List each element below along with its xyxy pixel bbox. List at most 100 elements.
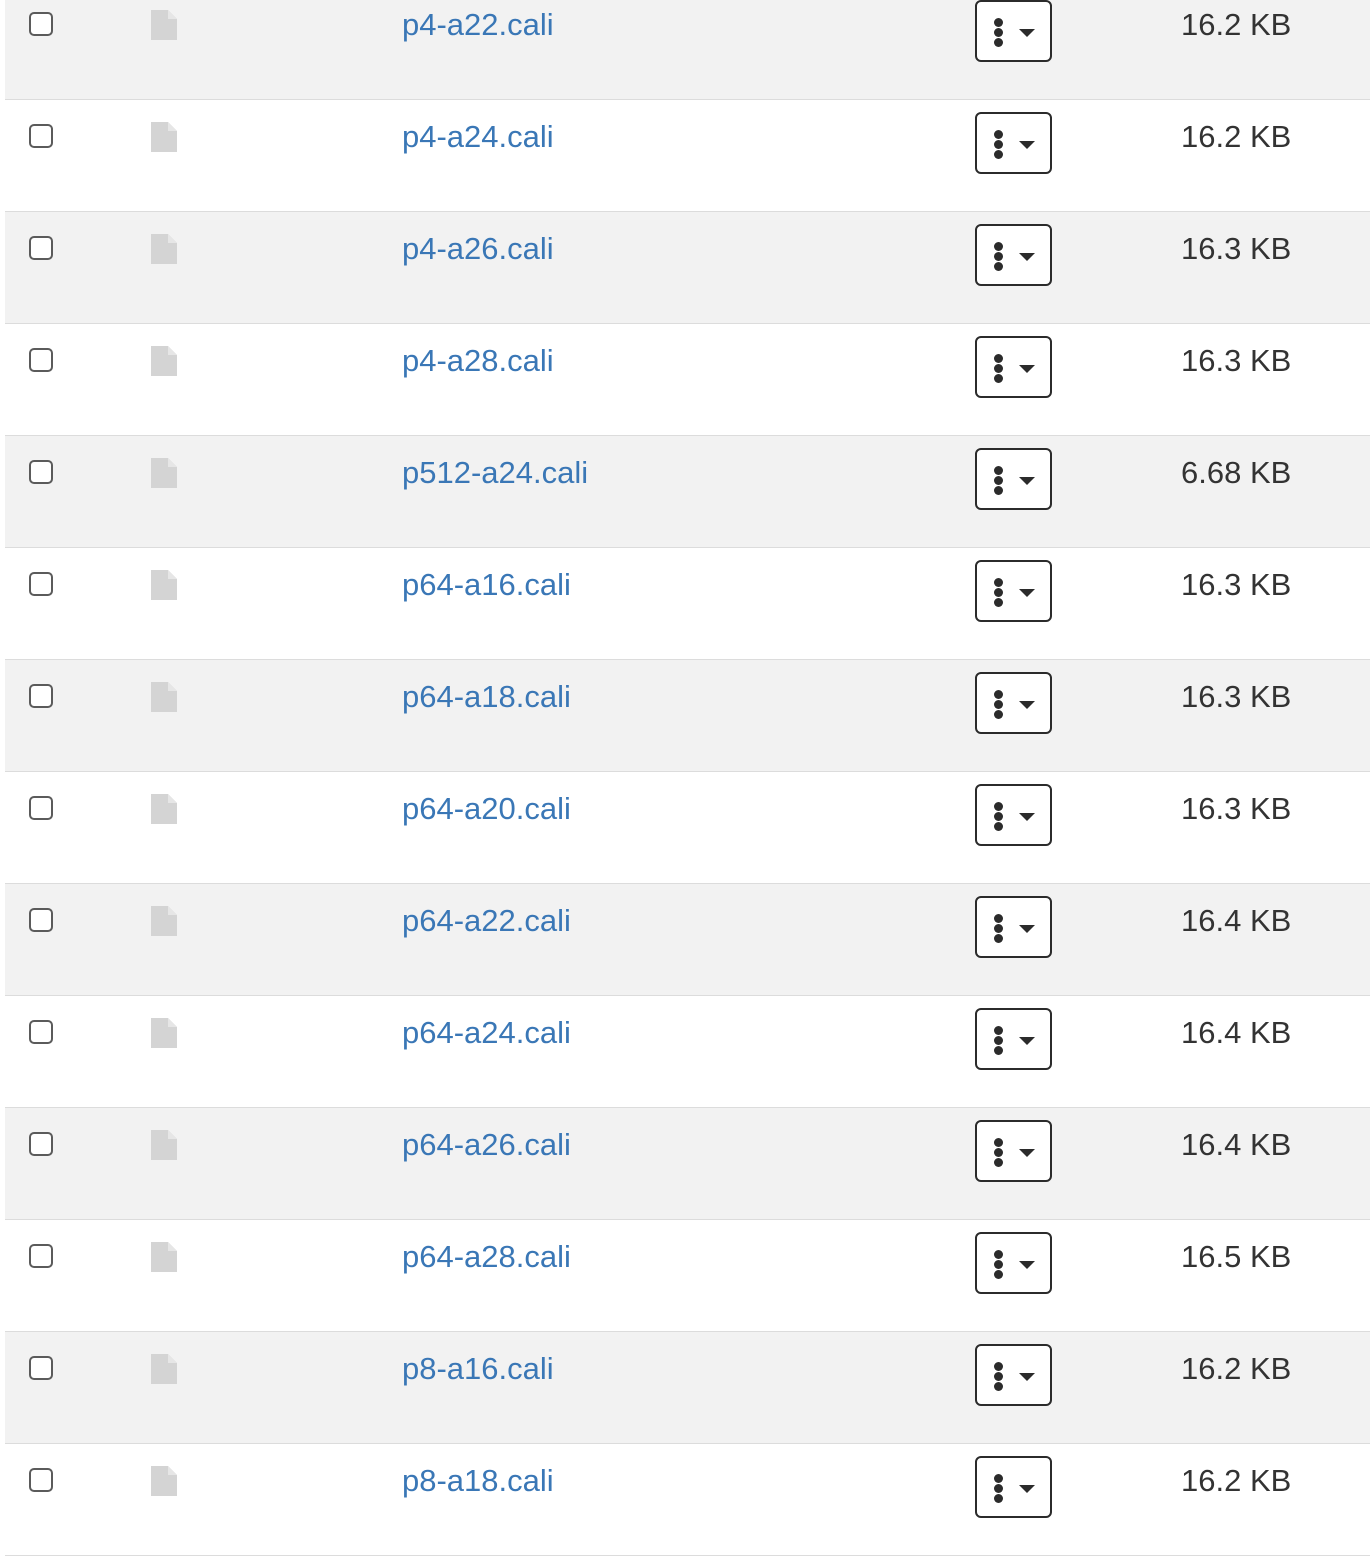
caret-down-icon [1019, 141, 1035, 149]
row-checkbox[interactable] [29, 1468, 53, 1492]
file-row: p64-a16.cali 16.3 KB [5, 548, 1370, 660]
row-checkbox[interactable] [29, 572, 53, 596]
caret-down-icon [1019, 701, 1035, 709]
file-size: 16.4 KB [1181, 1127, 1292, 1162]
file-actions-button[interactable] [975, 1456, 1052, 1518]
row-checkbox[interactable] [29, 1132, 53, 1156]
kebab-vertical-icon [994, 578, 1004, 607]
caret-down-icon [1019, 925, 1035, 933]
kebab-vertical-icon [994, 466, 1004, 495]
file-name-link[interactable]: p64-a24.cali [402, 1014, 571, 1052]
caret-down-icon [1019, 813, 1035, 821]
file-actions-button[interactable] [975, 784, 1052, 846]
file-name-link[interactable]: p4-a22.cali [402, 6, 554, 44]
file-row: p64-a18.cali 16.3 KB [5, 660, 1370, 772]
file-name-link[interactable]: p64-a16.cali [402, 566, 571, 604]
file-name-link[interactable]: p4-a26.cali [402, 230, 554, 268]
file-size: 16.2 KB [1181, 1463, 1292, 1498]
file-size: 16.3 KB [1181, 343, 1292, 378]
kebab-vertical-icon [994, 130, 1004, 159]
row-checkbox[interactable] [29, 348, 53, 372]
file-size: 16.4 KB [1181, 903, 1292, 938]
caret-down-icon [1019, 1149, 1035, 1157]
file-row: p64-a26.cali 16.4 KB [5, 1108, 1370, 1220]
file-name-link[interactable]: p512-a24.cali [402, 454, 588, 492]
file-actions-button[interactable] [975, 1120, 1052, 1182]
caret-down-icon [1019, 1485, 1035, 1493]
file-icon [151, 346, 177, 376]
kebab-vertical-icon [994, 18, 1004, 47]
file-icon [151, 1018, 177, 1048]
file-row: p4-a26.cali 16.3 KB [5, 212, 1370, 324]
file-name-link[interactable]: p64-a18.cali [402, 678, 571, 716]
file-actions-button[interactable] [975, 1344, 1052, 1406]
file-icon [151, 1242, 177, 1272]
file-name-link[interactable]: p64-a20.cali [402, 790, 571, 828]
file-size: 16.3 KB [1181, 231, 1292, 266]
kebab-vertical-icon [994, 1026, 1004, 1055]
row-checkbox[interactable] [29, 684, 53, 708]
file-name-link[interactable]: p64-a22.cali [402, 902, 571, 940]
row-checkbox[interactable] [29, 1244, 53, 1268]
file-size: 16.4 KB [1181, 1015, 1292, 1050]
row-checkbox[interactable] [29, 796, 53, 820]
file-size: 16.2 KB [1181, 1351, 1292, 1386]
file-row: p64-a28.cali 16.5 KB [5, 1220, 1370, 1332]
file-name-link[interactable]: p64-a26.cali [402, 1126, 571, 1164]
file-actions-button[interactable] [975, 896, 1052, 958]
file-actions-button[interactable] [975, 224, 1052, 286]
file-row: p8-a18.cali 16.2 KB [5, 1444, 1370, 1556]
kebab-vertical-icon [994, 690, 1004, 719]
file-size: 16.3 KB [1181, 679, 1292, 714]
file-icon [151, 1466, 177, 1496]
file-icon [151, 234, 177, 264]
caret-down-icon [1019, 29, 1035, 37]
row-checkbox[interactable] [29, 460, 53, 484]
file-name-link[interactable]: p8-a16.cali [402, 1350, 554, 1388]
caret-down-icon [1019, 1037, 1035, 1045]
file-icon [151, 682, 177, 712]
file-icon [151, 1354, 177, 1384]
caret-down-icon [1019, 365, 1035, 373]
file-actions-button[interactable] [975, 1008, 1052, 1070]
file-icon [151, 1130, 177, 1160]
file-name-link[interactable]: p8-a18.cali [402, 1462, 554, 1500]
row-checkbox[interactable] [29, 236, 53, 260]
file-name-link[interactable]: p4-a24.cali [402, 118, 554, 156]
file-row: p64-a22.cali 16.4 KB [5, 884, 1370, 996]
file-actions-button[interactable] [975, 0, 1052, 62]
file-row: p64-a20.cali 16.3 KB [5, 772, 1370, 884]
caret-down-icon [1019, 1373, 1035, 1381]
file-size: 16.5 KB [1181, 1239, 1292, 1274]
row-checkbox[interactable] [29, 1020, 53, 1044]
file-actions-button[interactable] [975, 672, 1052, 734]
row-checkbox[interactable] [29, 908, 53, 932]
file-row: p4-a22.cali 16.2 KB [5, 0, 1370, 100]
kebab-vertical-icon [994, 1362, 1004, 1391]
kebab-vertical-icon [994, 242, 1004, 271]
kebab-vertical-icon [994, 802, 1004, 831]
file-size: 16.2 KB [1181, 7, 1292, 42]
kebab-vertical-icon [994, 1138, 1004, 1167]
file-name-link[interactable]: p4-a28.cali [402, 342, 554, 380]
file-row: p64-a24.cali 16.4 KB [5, 996, 1370, 1108]
file-actions-button[interactable] [975, 560, 1052, 622]
file-actions-button[interactable] [975, 448, 1052, 510]
row-checkbox[interactable] [29, 124, 53, 148]
kebab-vertical-icon [994, 1250, 1004, 1279]
file-row: p4-a28.cali 16.3 KB [5, 324, 1370, 436]
row-checkbox[interactable] [29, 1356, 53, 1380]
row-checkbox[interactable] [29, 12, 53, 36]
kebab-vertical-icon [994, 1474, 1004, 1503]
file-actions-button[interactable] [975, 336, 1052, 398]
kebab-vertical-icon [994, 354, 1004, 383]
file-name-link[interactable]: p64-a28.cali [402, 1238, 571, 1276]
caret-down-icon [1019, 1261, 1035, 1269]
file-actions-button[interactable] [975, 1232, 1052, 1294]
file-size: 16.3 KB [1181, 791, 1292, 826]
file-size: 16.2 KB [1181, 119, 1292, 154]
file-actions-button[interactable] [975, 112, 1052, 174]
file-icon [151, 570, 177, 600]
file-icon [151, 794, 177, 824]
caret-down-icon [1019, 477, 1035, 485]
